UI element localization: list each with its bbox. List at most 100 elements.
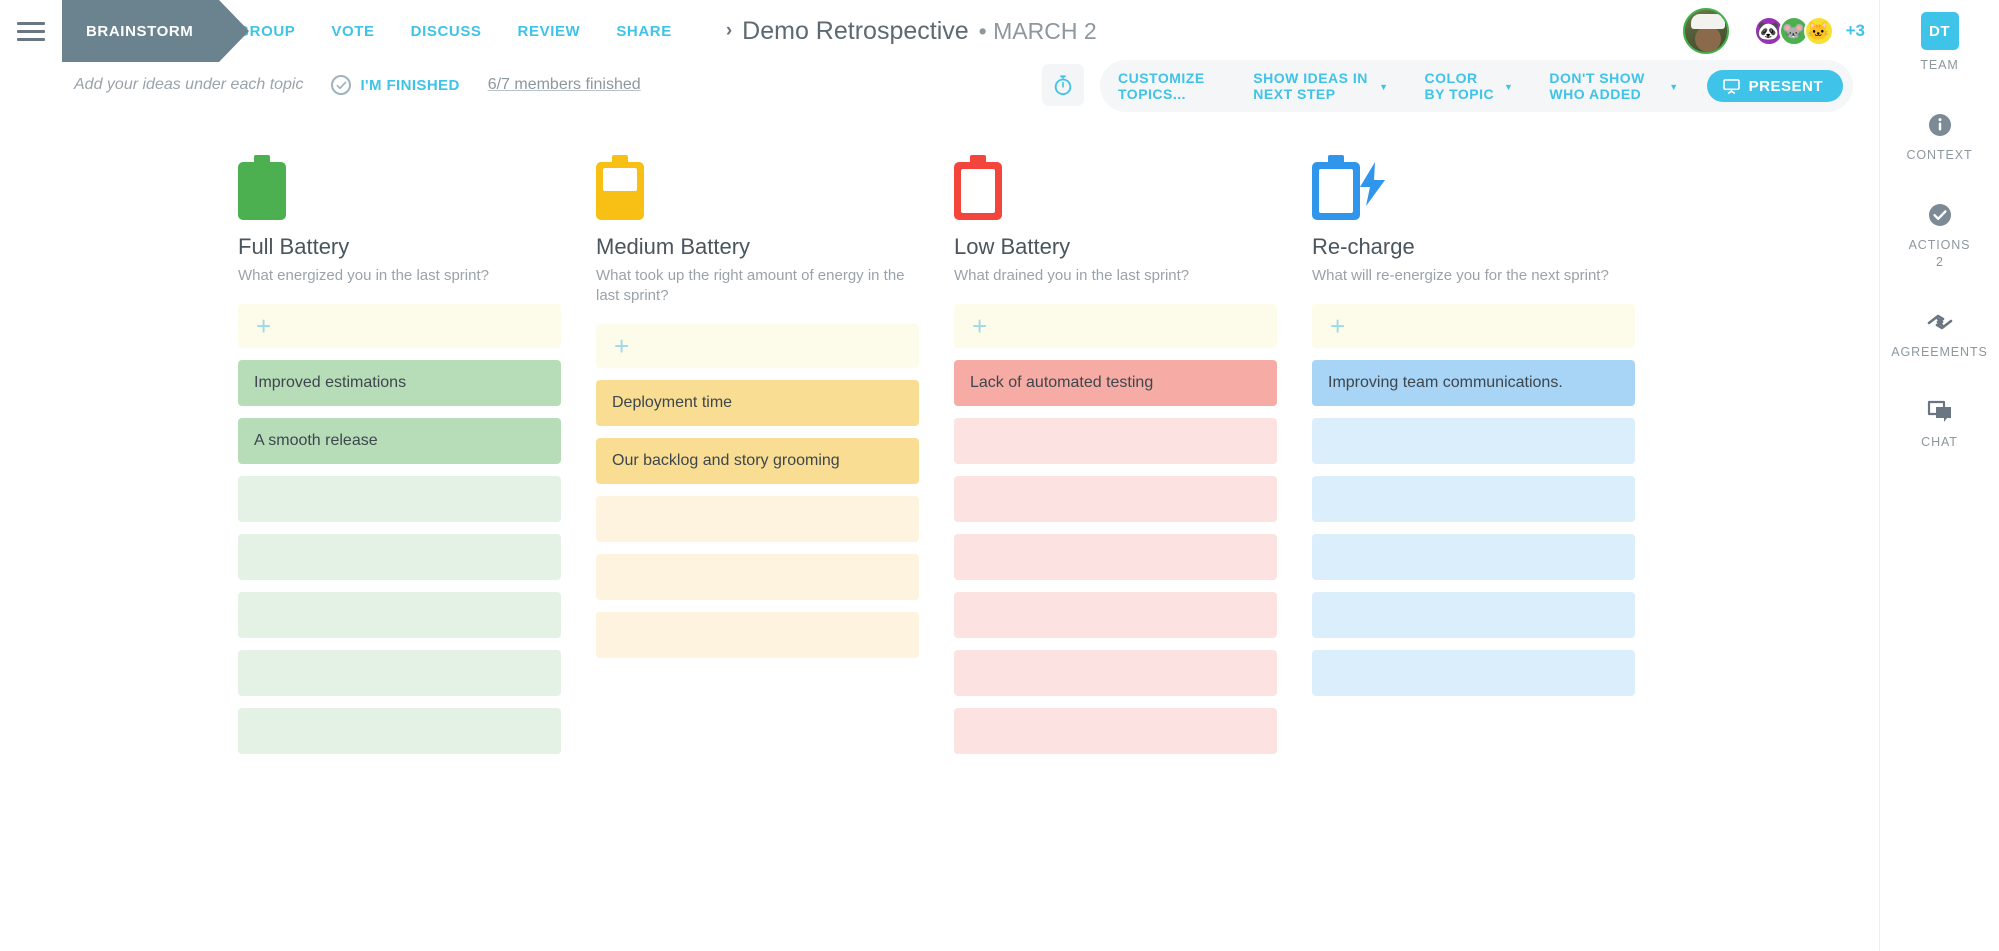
im-finished-label: I'M FINISHED	[360, 76, 460, 94]
column-title: Low Battery	[954, 234, 1071, 259]
presentation-icon	[1722, 78, 1740, 94]
step-vote-label: VOTE	[331, 22, 375, 40]
battery-low-icon	[954, 155, 1002, 220]
sidebar-item-label: TEAM	[1920, 58, 1959, 72]
idea-card[interactable]: Our backlog and story grooming	[596, 437, 919, 484]
chevron-down-icon: ▼	[1504, 81, 1514, 92]
lightning-bolt-icon	[1360, 162, 1385, 206]
step-review[interactable]: REVIEW	[500, 0, 599, 62]
step-vote[interactable]: VOTE	[313, 0, 392, 62]
present-button[interactable]: PRESENT	[1706, 70, 1843, 102]
idea-placeholder-card	[596, 611, 919, 658]
retrospective-board-app: BRAINSTORM GROUP VOTE DISCUSS REVIEW SHA…	[0, 0, 1999, 951]
idea-placeholder-card	[954, 707, 1277, 754]
board-title-group: › Demo Retrospective • MARCH 2	[726, 17, 1097, 46]
idea-placeholder-card	[954, 591, 1277, 638]
idea-placeholder-card	[954, 533, 1277, 580]
add-idea-button[interactable]: +	[238, 303, 561, 348]
column-subtitle: What drained you in the last sprint?	[954, 267, 1190, 284]
idea-placeholder-card	[1312, 649, 1635, 696]
topic-board: Full Battery What energized you in the l…	[0, 120, 1879, 951]
im-finished-button[interactable]: I'M FINISHED	[331, 75, 459, 95]
add-idea-button[interactable]: +	[1312, 303, 1635, 348]
step-share-label: SHARE	[616, 22, 672, 40]
add-idea-button[interactable]: +	[954, 303, 1277, 348]
sidebar-item-label: CONTEXT	[1906, 148, 1973, 162]
column-subtitle: What will re-energize you for the next s…	[1312, 267, 1609, 284]
sidebar-item-team[interactable]: DT TEAM	[1880, 12, 1999, 72]
check-circle-icon	[331, 75, 352, 95]
avatar-group: 🐼 🐭 🐱 +3	[1682, 0, 1879, 62]
page-title: Demo Retrospective	[742, 16, 969, 45]
mouse-icon: 🐭	[1782, 21, 1805, 41]
actions-count-badge: 2	[1936, 255, 1943, 269]
column-icon-wrap	[238, 120, 561, 220]
idea-card[interactable]: A smooth release	[238, 417, 561, 464]
step-review-label: REVIEW	[517, 22, 581, 40]
chevron-down-icon: ▼	[1669, 81, 1679, 92]
idea-card[interactable]: Deployment time	[596, 379, 919, 426]
chevron-right-icon[interactable]: ›	[726, 20, 732, 42]
customize-topics-button[interactable]: CUSTOMIZE TOPICS...	[1100, 70, 1235, 102]
column-subtitle: What took up the right amount of energy …	[596, 267, 905, 304]
idea-placeholder-card	[238, 475, 561, 522]
avatar-photo[interactable]	[1682, 8, 1729, 54]
idea-card-text: Deployment time	[612, 393, 733, 411]
members-finished-link[interactable]: 6/7 members finished	[488, 76, 641, 94]
battery-medium-icon	[596, 155, 644, 220]
add-idea-button[interactable]: +	[596, 323, 919, 368]
avatar-overflow-count[interactable]: +3	[1846, 21, 1865, 41]
plus-icon: +	[256, 310, 272, 341]
step-share[interactable]: SHARE	[598, 0, 690, 62]
idea-card[interactable]: Lack of automated testing	[954, 359, 1277, 406]
customize-topics-label: CUSTOMIZE TOPICS...	[1118, 70, 1205, 102]
idea-card-text: Our backlog and story grooming	[612, 451, 840, 469]
check-circle-icon	[1925, 200, 1955, 230]
idea-card-text: Improving team communications.	[1328, 373, 1563, 391]
idea-card-text: Improved estimations	[254, 373, 407, 391]
avatar-face	[1694, 26, 1721, 52]
toolbar-actions: CUSTOMIZE TOPICS... SHOW IDEAS IN NEXT S…	[1100, 60, 1853, 112]
show-ideas-dropdown[interactable]: SHOW IDEAS IN NEXT STEP ▼	[1235, 70, 1406, 102]
idea-placeholder-card	[238, 591, 561, 638]
column-subtitle: What energized you in the last sprint?	[238, 267, 489, 284]
color-by-topic-dropdown[interactable]: COLOR BY TOPIC ▼	[1407, 70, 1532, 102]
idea-placeholder-card	[1312, 417, 1635, 464]
idea-placeholder-card	[596, 553, 919, 600]
who-added-dropdown[interactable]: DON'T SHOW WHO ADDED ▼	[1531, 70, 1696, 102]
idea-placeholder-card	[238, 707, 561, 754]
idea-placeholder-card	[1312, 591, 1635, 638]
who-added-label: DON'T SHOW WHO ADDED	[1549, 70, 1645, 102]
column-title: Medium Battery	[596, 234, 751, 259]
sidebar-item-chat[interactable]: CHAT	[1880, 397, 1999, 449]
sidebar-item-agreements[interactable]: AGREEMENTS	[1880, 307, 1999, 359]
battery-charging-icon	[1312, 155, 1385, 220]
hamburger-menu-icon[interactable]	[0, 0, 62, 62]
idea-card[interactable]: Improving team communications.	[1312, 359, 1635, 406]
idea-placeholder-card	[1312, 475, 1635, 522]
column-title: Re-charge	[1312, 234, 1415, 259]
column-title: Full Battery	[238, 234, 350, 259]
plus-icon: +	[614, 330, 630, 361]
column-icon-wrap	[954, 120, 1277, 220]
timer-button[interactable]	[1042, 64, 1084, 106]
sidebar-item-label: CHAT	[1921, 435, 1958, 449]
topic-column-low-battery: Low Battery What drained you in the last…	[954, 120, 1277, 951]
plus-icon: +	[972, 310, 988, 341]
right-sidebar: DT TEAM CONTEXT ACTIONS 2 AGREEMENTS CHA…	[1879, 0, 1999, 951]
step-discuss[interactable]: DISCUSS	[393, 0, 500, 62]
idea-card[interactable]: Improved estimations	[238, 359, 561, 406]
avatar-cat[interactable]: 🐱	[1803, 16, 1834, 46]
idea-card-text: Lack of automated testing	[970, 373, 1154, 391]
team-badge: DT	[1920, 12, 1959, 50]
sidebar-item-label: AGREEMENTS	[1891, 345, 1988, 359]
sidebar-item-context[interactable]: CONTEXT	[1880, 110, 1999, 162]
topic-column-medium-battery: Medium Battery What took up the right am…	[596, 120, 919, 951]
plus-icon: +	[1330, 310, 1346, 341]
step-brainstorm[interactable]: BRAINSTORM	[62, 0, 250, 62]
panda-icon: 🐼	[1757, 21, 1780, 41]
show-ideas-label: SHOW IDEAS IN NEXT STEP	[1253, 70, 1368, 102]
topic-column-recharge: Re-charge What will re-energize you for …	[1312, 120, 1635, 951]
sidebar-item-actions[interactable]: ACTIONS 2	[1880, 200, 1999, 269]
board-toolbar: Add your ideas under each topic I'M FINI…	[0, 60, 1879, 112]
